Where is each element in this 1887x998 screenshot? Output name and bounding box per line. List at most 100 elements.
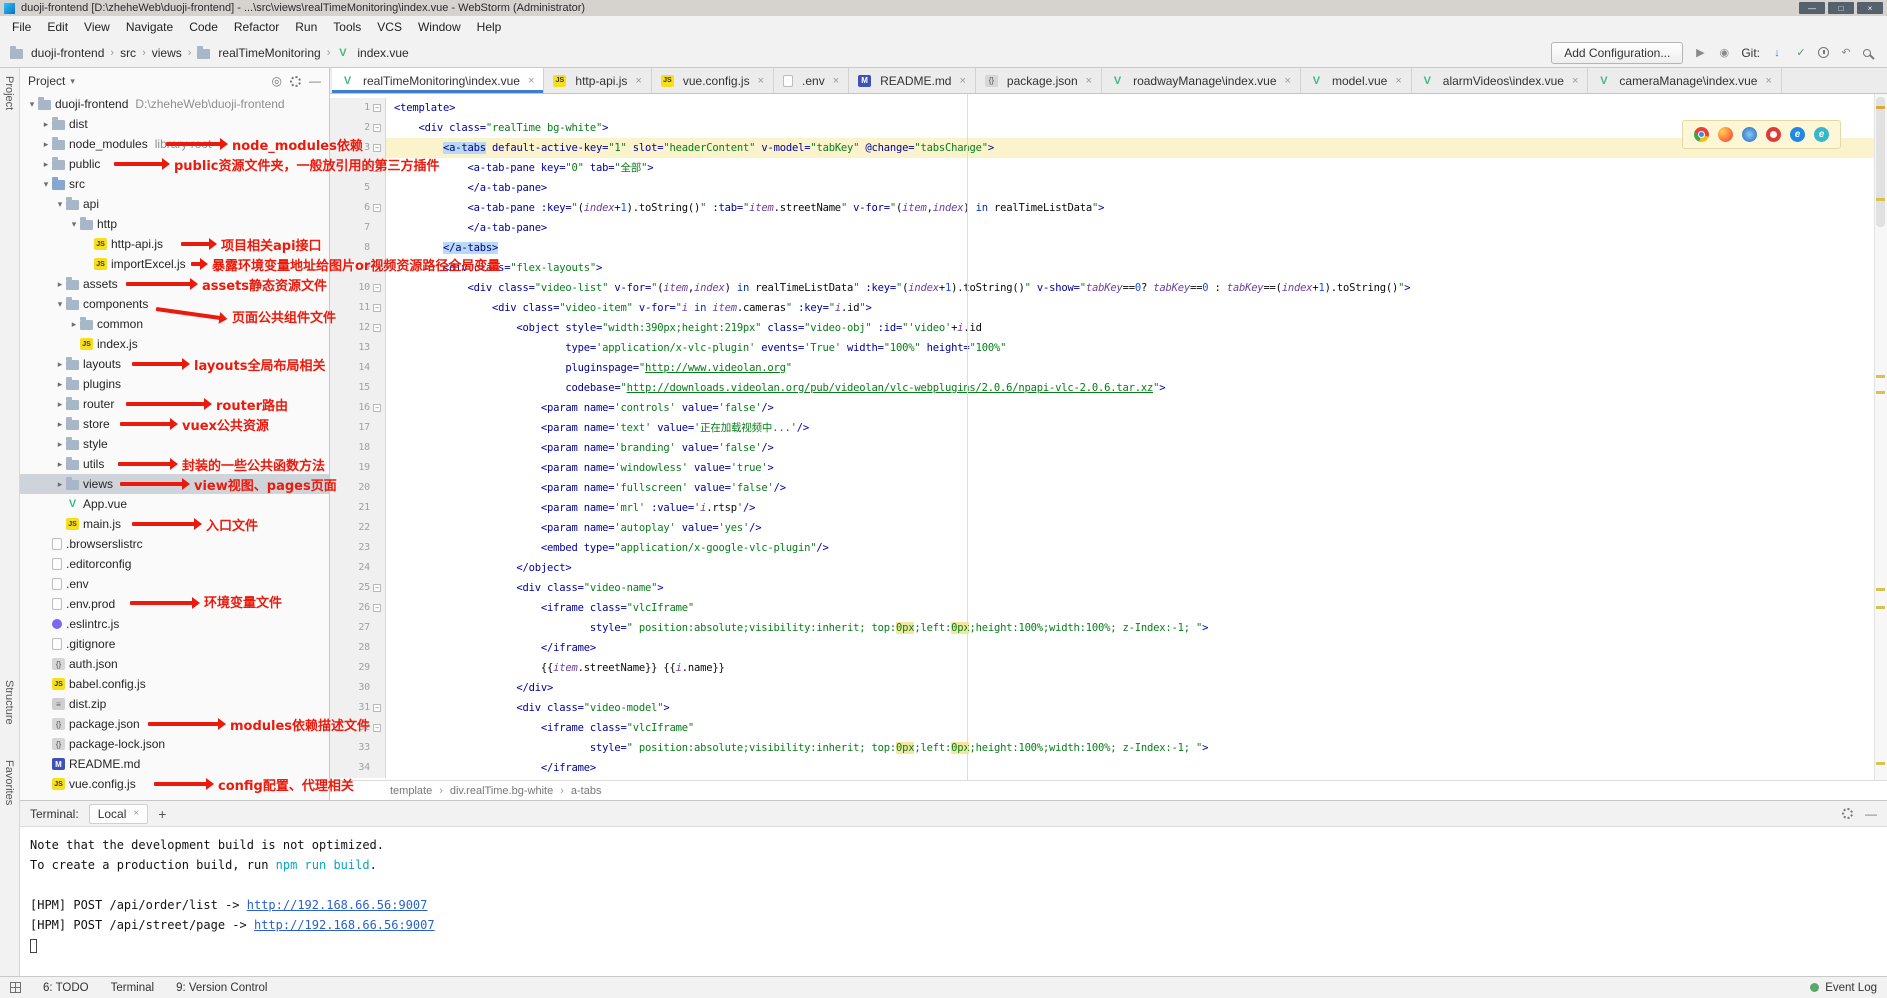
gutter[interactable]: 18 (330, 438, 386, 458)
code-line[interactable]: 7 </a-tab-pane> (330, 218, 1887, 238)
gutter[interactable]: 7 (330, 218, 386, 238)
line-number[interactable]: 5 (364, 178, 370, 198)
stripe-button-structure[interactable]: Structure (3, 680, 15, 725)
line-number[interactable]: 19 (358, 458, 370, 478)
history-icon[interactable] (1818, 47, 1829, 58)
tree-item-auth-json[interactable]: {}auth.json (20, 654, 329, 674)
fold-icon[interactable]: − (373, 284, 381, 292)
chevron-down-icon[interactable]: ▾ (68, 219, 80, 230)
code-line[interactable]: 28 </iframe> (330, 638, 1887, 658)
close-tab-icon[interactable]: × (635, 75, 641, 87)
gutter[interactable]: 1− (330, 98, 386, 118)
code-line[interactable]: 3− <a-tabs default-active-key="1" slot="… (330, 138, 1887, 158)
line-number[interactable]: 22 (358, 518, 370, 538)
tree-item--editorconfig[interactable]: .editorconfig (20, 554, 329, 574)
line-number[interactable]: 12 (358, 318, 370, 338)
code-line[interactable]: 24 </object> (330, 558, 1887, 578)
add-configuration-button[interactable]: Add Configuration... (1551, 42, 1683, 64)
code-line[interactable]: 8 </a-tabs> (330, 238, 1887, 258)
chevron-right-icon[interactable]: ▸ (54, 399, 66, 410)
run-icon[interactable]: ▶ (1693, 46, 1707, 59)
close-tab-icon[interactable]: × (1285, 75, 1291, 87)
gutter[interactable]: 11− (330, 298, 386, 318)
code-line[interactable]: 30 </div> (330, 678, 1887, 698)
git-update-icon[interactable]: ↓ (1770, 47, 1784, 59)
line-number[interactable]: 33 (358, 738, 370, 758)
gutter[interactable]: 17 (330, 418, 386, 438)
tree-item--gitignore[interactable]: .gitignore (20, 634, 329, 654)
code-line[interactable]: 17 <param name='text' value='正在加载视频中...'… (330, 418, 1887, 438)
gutter[interactable]: 20 (330, 478, 386, 498)
tree-item-readme-md[interactable]: MREADME.md (20, 754, 329, 774)
editor-breadcrumb-item[interactable]: a-tabs (571, 785, 602, 797)
tree-item--browserslistrc[interactable]: .browserslistrc (20, 534, 329, 554)
chevron-right-icon[interactable]: ▸ (54, 419, 66, 430)
line-number[interactable]: 25 (358, 578, 370, 598)
gutter[interactable]: 22 (330, 518, 386, 538)
fold-icon[interactable]: − (373, 604, 381, 612)
gutter[interactable]: 15 (330, 378, 386, 398)
status-item-6-todo[interactable]: 6: TODO (43, 982, 89, 994)
gutter[interactable]: 28 (330, 638, 386, 658)
terminal-output[interactable]: Note that the development build is not o… (20, 827, 1887, 976)
menu-item-tools[interactable]: Tools (325, 17, 369, 37)
code-line[interactable]: 33 style=" position:absolute;visibility:… (330, 738, 1887, 758)
line-number[interactable]: 16 (358, 398, 370, 418)
code-line[interactable]: 31− <div class="video-model"> (330, 698, 1887, 718)
line-number[interactable]: 11 (358, 298, 370, 318)
chevron-right-icon[interactable]: ▸ (40, 119, 52, 130)
code-line[interactable]: 1−<template> (330, 98, 1887, 118)
minimize-panel-icon[interactable]: — (1865, 807, 1877, 821)
code-line[interactable]: 9− <div class="flex-layouts"> (330, 258, 1887, 278)
code-line[interactable]: 15 codebase="http://downloads.videolan.o… (330, 378, 1887, 398)
gutter[interactable]: 19 (330, 458, 386, 478)
line-number[interactable]: 26 (358, 598, 370, 618)
chevron-right-icon[interactable]: ▸ (54, 439, 66, 450)
stripe-button-favorites[interactable]: Favorites (3, 760, 15, 805)
close-tab-icon[interactable]: × (1395, 75, 1401, 87)
code-line[interactable]: 19 <param name='windowless' value='true'… (330, 458, 1887, 478)
code-line[interactable]: 4− <a-tab-pane key="0" tab="全部"> (330, 158, 1887, 178)
close-tab-icon[interactable]: × (959, 75, 965, 87)
tree-item-duoji-frontend[interactable]: ▾duoji-frontendD:\zheheWeb\duoji-fronten… (20, 94, 329, 114)
code-line[interactable]: 6− <a-tab-pane :key="(index+1).toString(… (330, 198, 1887, 218)
editor-tab[interactable]: ValarmVideos\index.vue× (1412, 68, 1589, 93)
code-line[interactable]: 5 </a-tab-pane> (330, 178, 1887, 198)
code-line[interactable]: 34 </iframe> (330, 758, 1887, 778)
menu-item-file[interactable]: File (4, 17, 39, 37)
minimize-button[interactable]: — (1799, 2, 1825, 14)
code-line[interactable]: 20 <param name='fullscreen' value='false… (330, 478, 1887, 498)
line-number[interactable]: 20 (358, 478, 370, 498)
menu-item-help[interactable]: Help (469, 17, 510, 37)
chevron-right-icon[interactable]: ▸ (54, 279, 66, 290)
tool-windows-grid-icon[interactable] (10, 982, 21, 993)
editor-tab[interactable]: VroadwayManage\index.vue× (1102, 68, 1301, 93)
gutter[interactable]: 10− (330, 278, 386, 298)
code-line[interactable]: 18 <param name='branding' value='false'/… (330, 438, 1887, 458)
line-number[interactable]: 23 (358, 538, 370, 558)
gear-icon[interactable] (290, 76, 301, 87)
gutter[interactable]: 24 (330, 558, 386, 578)
chevron-down-icon[interactable]: ▾ (26, 99, 38, 110)
gutter[interactable]: 6− (330, 198, 386, 218)
line-number[interactable]: 18 (358, 438, 370, 458)
editor-tab[interactable]: JSvue.config.js× (652, 68, 774, 93)
close-tab-icon[interactable]: × (1765, 75, 1771, 87)
tree-item--env[interactable]: .env (20, 574, 329, 594)
git-commit-icon[interactable]: ✓ (1794, 46, 1808, 59)
ie-browser-icon[interactable]: e (1790, 127, 1805, 142)
gutter[interactable]: 27 (330, 618, 386, 638)
close-tab-icon[interactable]: × (528, 75, 534, 87)
chrome-browser-icon[interactable] (1694, 127, 1709, 142)
editor-tab[interactable]: Vmodel.vue× (1301, 68, 1412, 93)
debug-icon[interactable]: ◉ (1717, 46, 1731, 59)
error-stripe[interactable] (1874, 94, 1887, 780)
chevron-down-icon[interactable]: ▾ (70, 76, 75, 87)
breadcrumb-item[interactable]: duoji-frontend (10, 46, 104, 60)
gutter[interactable]: 23 (330, 538, 386, 558)
scrollbar-thumb[interactable] (1876, 97, 1885, 227)
code-line[interactable]: 11− <div class="video-item" v-for="i in … (330, 298, 1887, 318)
tree-item-package-lock-json[interactable]: {}package-lock.json (20, 734, 329, 754)
gutter[interactable]: 25− (330, 578, 386, 598)
code-editor[interactable]: 1−<template>2− <div class="realTime bg-w… (330, 94, 1887, 780)
